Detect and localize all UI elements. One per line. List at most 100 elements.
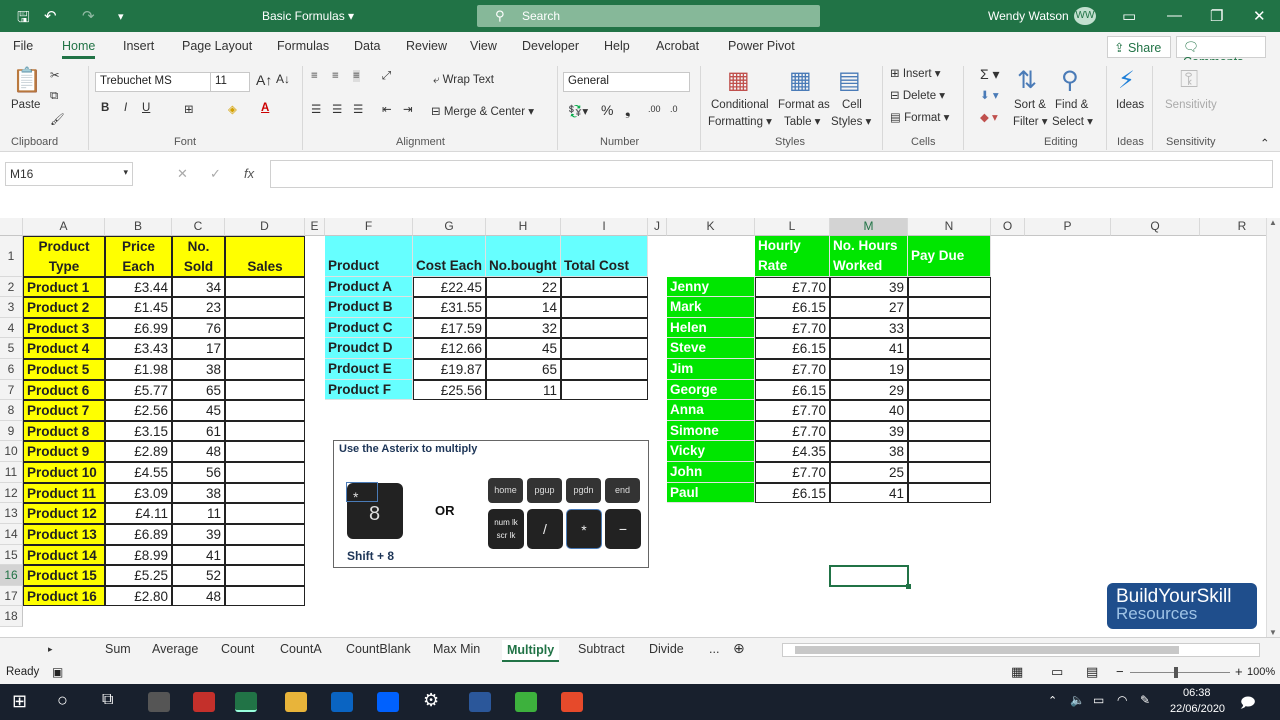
decrease-font-icon[interactable]: A↓ — [276, 72, 290, 86]
zoom-out-icon[interactable]: − — [1116, 664, 1124, 679]
format-cells-button[interactable]: ▤ Format ▾ — [890, 110, 949, 124]
table1-header-3[interactable]: Sales Value — [225, 236, 305, 277]
col-header-K[interactable]: K — [667, 218, 755, 236]
table1-sales-value-10[interactable] — [225, 483, 305, 503]
dropbox-icon[interactable] — [377, 692, 399, 712]
table2-product-0[interactable]: Product A — [325, 277, 413, 297]
table1-sales-value-7[interactable] — [225, 421, 305, 441]
table3-hours-1[interactable]: 27 — [830, 297, 908, 318]
table1-price-6[interactable]: £2.56 — [105, 400, 172, 421]
col-header-A[interactable]: A — [23, 218, 105, 236]
table3-header-2[interactable]: Pay Due — [908, 236, 991, 277]
table1-price-9[interactable]: £4.55 — [105, 462, 172, 483]
table3-rate-8[interactable]: £4.35 — [755, 441, 830, 462]
table1-header-2[interactable]: No. Sold — [172, 236, 225, 277]
font-name-select[interactable]: Trebuchet MS — [95, 72, 212, 92]
table1-price-13[interactable]: £8.99 — [105, 545, 172, 565]
sort-filter-label-2[interactable]: Filter ▾ — [1013, 114, 1048, 128]
tab-help[interactable]: Help — [604, 39, 630, 53]
col-header-C[interactable]: C — [172, 218, 225, 236]
table1-sold-8[interactable]: 48 — [172, 441, 225, 462]
zoom-in-icon[interactable]: + — [1235, 664, 1243, 679]
table2-cost-1[interactable]: £31.55 — [413, 297, 486, 318]
more-sheets-button[interactable]: ... — [709, 642, 719, 656]
row-header-6[interactable]: 6 — [0, 359, 23, 380]
table1-price-12[interactable]: £6.89 — [105, 524, 172, 545]
col-header-M[interactable]: M — [830, 218, 908, 236]
table1-sold-9[interactable]: 56 — [172, 462, 225, 483]
table1-sales-value-0[interactable] — [225, 277, 305, 297]
row-header-13[interactable]: 13 — [0, 503, 23, 524]
table1-price-15[interactable]: £2.80 — [105, 586, 172, 606]
align-center-icon[interactable]: ☰ — [332, 102, 342, 116]
col-header-R[interactable]: R — [1200, 218, 1266, 236]
table2-header-2[interactable]: No.bought — [486, 236, 561, 277]
table1-price-3[interactable]: £3.43 — [105, 338, 172, 359]
font-color-icon[interactable]: A — [261, 102, 269, 114]
pen-icon[interactable]: ✎ — [1140, 693, 1150, 707]
col-header-I[interactable]: I — [561, 218, 648, 236]
row-header-11[interactable]: 11 — [0, 462, 23, 483]
scroll-down-icon[interactable]: ▼ — [1269, 628, 1277, 637]
tab-home[interactable]: Home — [62, 39, 96, 59]
sort-filter-label[interactable]: Sort & — [1014, 99, 1046, 111]
table1-sales-value-11[interactable] — [225, 503, 305, 524]
table1-sales-value-13[interactable] — [225, 545, 305, 565]
insert-function-icon[interactable]: fx — [244, 166, 254, 181]
conditional-formatting-label[interactable]: Conditional — [711, 99, 769, 111]
insert-cells-button[interactable]: ⊞ Insert ▾ — [890, 66, 941, 80]
row-header-12[interactable]: 12 — [0, 483, 23, 503]
find-select-icon[interactable]: ⚲ — [1061, 66, 1079, 95]
row-header-14[interactable]: 14 — [0, 524, 23, 545]
save-icon[interactable]: 🖫 — [17, 7, 30, 32]
notifications-icon[interactable]: 🗩 — [1240, 692, 1256, 716]
row-header-9[interactable]: 9 — [0, 421, 23, 441]
col-header-N[interactable]: N — [908, 218, 991, 236]
table1-sales-value-6[interactable] — [225, 400, 305, 421]
sensitivity-label[interactable]: Sensitivity — [1165, 99, 1217, 111]
align-left-icon[interactable]: ☰ — [311, 102, 321, 116]
scroll-up-icon[interactable]: ▲ — [1269, 218, 1277, 227]
table3-pay-7[interactable] — [908, 421, 991, 441]
clear-icon[interactable]: ◆ ▾ — [980, 110, 998, 124]
table1-sold-4[interactable]: 38 — [172, 359, 225, 380]
find-select-label[interactable]: Find & — [1055, 99, 1088, 111]
zoom-slider-thumb[interactable] — [1174, 667, 1178, 678]
next-sheet-icon[interactable]: ▸ — [48, 644, 53, 655]
horizontal-scrollbar[interactable] — [782, 643, 1260, 657]
col-header-Q[interactable]: Q — [1111, 218, 1200, 236]
table3-pay-10[interactable] — [908, 483, 991, 503]
enter-icon[interactable]: ✓ — [210, 166, 221, 182]
zoom-slider[interactable] — [1130, 672, 1230, 673]
table3-hours-9[interactable]: 25 — [830, 462, 908, 483]
clock-time[interactable]: 06:38 — [1183, 687, 1211, 699]
close-icon[interactable]: ✕ — [1253, 7, 1266, 25]
table3-rate-3[interactable]: £6.15 — [755, 338, 830, 359]
table2-cost-2[interactable]: £17.59 — [413, 318, 486, 338]
number-format-select[interactable]: General — [563, 72, 690, 92]
macro-record-icon[interactable]: ▣ — [52, 665, 63, 679]
table3-rate-2[interactable]: £7.70 — [755, 318, 830, 338]
row-header-4[interactable]: 4 — [0, 318, 23, 338]
table3-name-10[interactable]: Paul — [667, 483, 755, 503]
file-explorer-icon[interactable] — [285, 692, 307, 712]
tab-power-pivot[interactable]: Power Pivot — [728, 39, 795, 53]
paste-label[interactable]: Paste — [11, 99, 40, 111]
select-all-corner[interactable] — [0, 218, 23, 236]
orientation-icon[interactable]: ⤢ — [382, 70, 391, 83]
tab-formulas[interactable]: Formulas — [277, 39, 329, 53]
table2-product-2[interactable]: Product C — [325, 318, 413, 338]
table2-product-4[interactable]: Prdouct E — [325, 359, 413, 380]
share-button[interactable]: ⇪ Share — [1107, 36, 1171, 58]
table2-bought-2[interactable]: 32 — [486, 318, 561, 338]
increase-font-icon[interactable]: A↑ — [256, 72, 272, 88]
table1-product-6[interactable]: Product 7 — [23, 400, 105, 421]
table2-product-5[interactable]: Product F — [325, 380, 413, 400]
table2-bought-0[interactable]: 22 — [486, 277, 561, 297]
table3-header-0[interactable]: Hourly Rate — [755, 236, 830, 277]
table3-rate-7[interactable]: £7.70 — [755, 421, 830, 441]
table1-product-9[interactable]: Product 10 — [23, 462, 105, 483]
sheet-tab-average[interactable]: Average — [152, 642, 198, 656]
table1-product-13[interactable]: Product 14 — [23, 545, 105, 565]
table1-header-0[interactable]: Product Type — [23, 236, 105, 277]
